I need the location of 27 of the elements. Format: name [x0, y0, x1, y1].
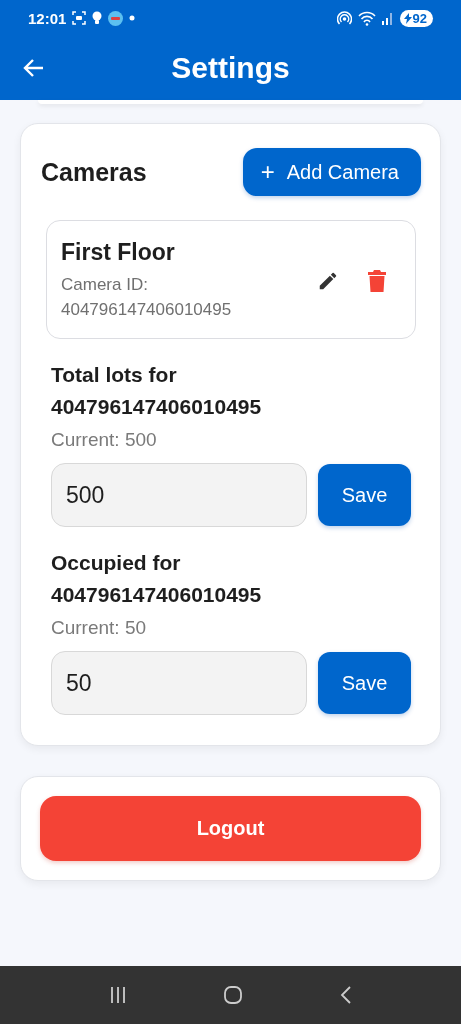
- hotspot-icon: [336, 10, 352, 26]
- camera-id: Camera ID: 404796147406010495: [61, 274, 233, 321]
- back-nav-icon[interactable]: [339, 985, 354, 1005]
- setting-label: Total lots for 404796147406010495: [51, 362, 263, 420]
- screenshot-icon: [72, 11, 87, 25]
- status-time: 12:01: [28, 9, 67, 27]
- logout-button[interactable]: Logout: [40, 796, 421, 861]
- signal-icon: [381, 11, 394, 25]
- wifi-icon: [357, 10, 376, 26]
- app-icon: [108, 10, 124, 26]
- page-title: Settings: [171, 51, 290, 84]
- battery-indicator: 92: [399, 9, 433, 27]
- dot-icon: [129, 15, 136, 21]
- current-value: Current: 500: [51, 429, 158, 451]
- camera-name: First Floor: [61, 239, 176, 266]
- current-value: Current: 50: [51, 617, 148, 639]
- add-camera-button[interactable]: + Add Camera: [242, 148, 421, 196]
- save-button[interactable]: Save: [318, 464, 411, 526]
- delete-icon[interactable]: [367, 268, 387, 293]
- section-title: Cameras: [41, 157, 147, 187]
- number-field[interactable]: 500: [51, 463, 307, 527]
- setting-label: Occupied for 404796147406010495: [51, 550, 263, 608]
- back-button[interactable]: [22, 58, 44, 78]
- number-field[interactable]: 50: [51, 651, 307, 715]
- bulb-icon: [92, 11, 103, 25]
- home-icon[interactable]: [223, 985, 244, 1005]
- save-button[interactable]: Save: [318, 652, 411, 714]
